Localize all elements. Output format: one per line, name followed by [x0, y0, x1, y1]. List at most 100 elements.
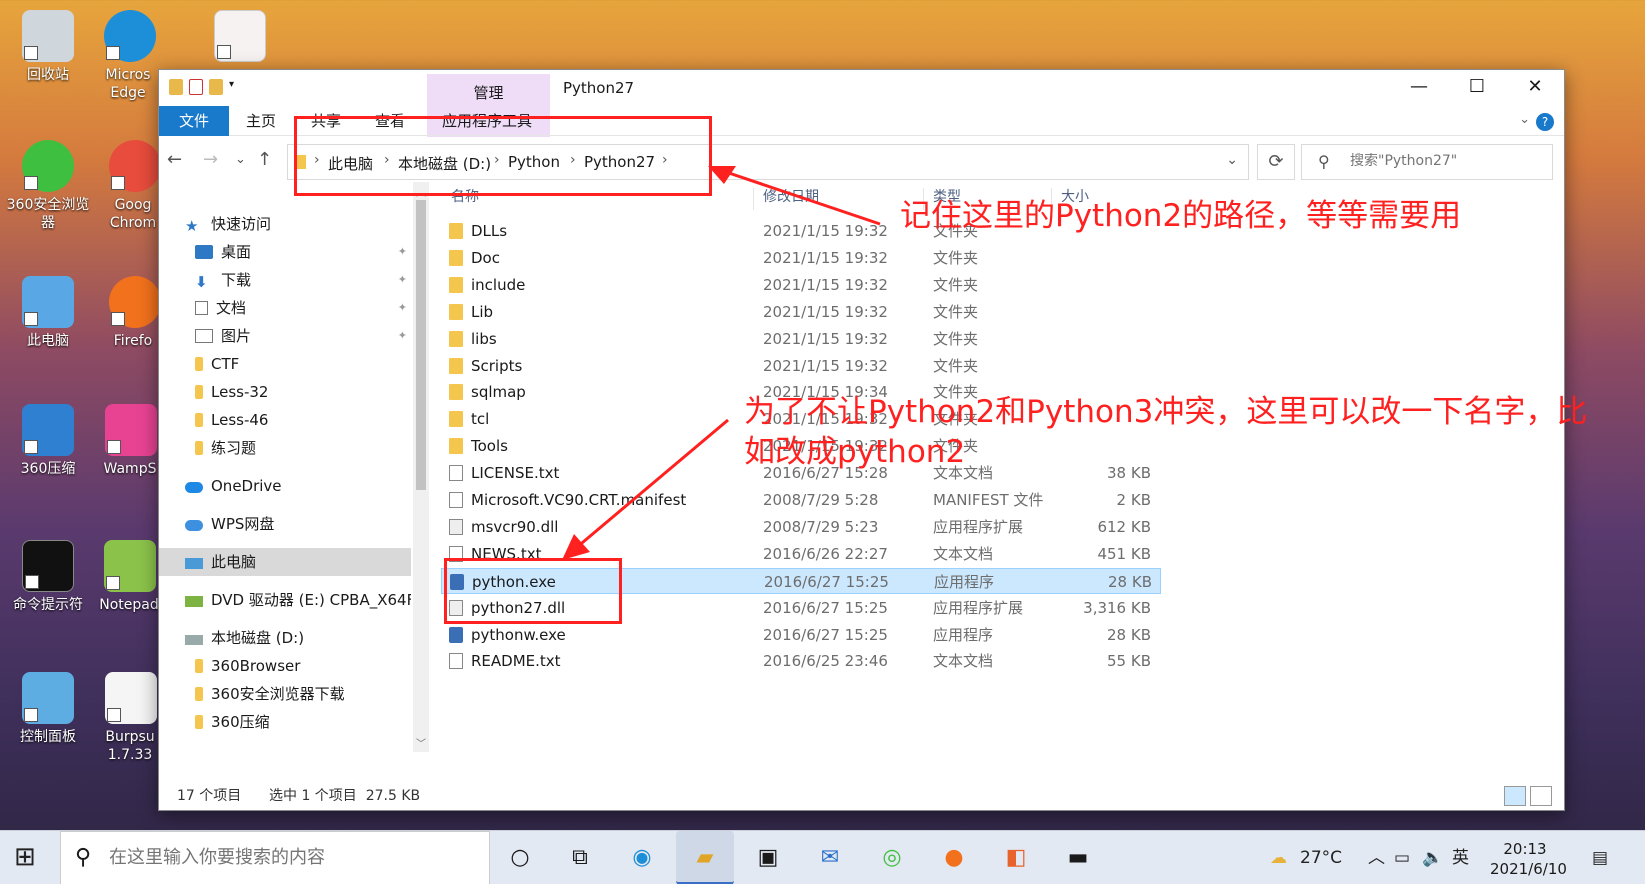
- chevron-down-icon[interactable]: ▾: [229, 79, 239, 95]
- nav-this-pc[interactable]: 此电脑: [159, 548, 411, 576]
- nav-scrollbar[interactable]: ︿ ﹀: [413, 182, 429, 752]
- windows-start-icon[interactable]: ⊞: [14, 844, 42, 872]
- pin-icon[interactable]: ✦: [398, 238, 407, 266]
- desktop-icon-this-pc[interactable]: 此电脑: [4, 276, 92, 350]
- new-folder-icon[interactable]: [209, 79, 223, 95]
- table-row[interactable]: Lib 2021/1/15 19:32 文件夹: [441, 299, 1161, 325]
- chevron-down-icon[interactable]: ⌄: [1226, 152, 1238, 168]
- desktop-icon-pdf[interactable]: [210, 10, 270, 66]
- nav-downloads[interactable]: ⬇ 下载 ✦: [159, 266, 411, 294]
- table-row[interactable]: Scripts 2021/1/15 19:32 文件夹: [441, 353, 1161, 379]
- nav-less-46[interactable]: Less-46: [159, 406, 411, 434]
- notepad-icon: [104, 540, 156, 592]
- show-hidden-icons-chevron-icon[interactable]: ︿: [1368, 831, 1385, 884]
- 360-browser-taskbar-icon[interactable]: ◎: [874, 840, 910, 876]
- back-arrow-icon[interactable]: ←: [167, 149, 182, 170]
- desktop-icon-cmd[interactable]: 命令提示符: [4, 540, 92, 614]
- pin-icon[interactable]: ✦: [398, 266, 407, 294]
- recent-chevron-icon[interactable]: ⌄: [235, 152, 246, 167]
- java-icon: [105, 672, 157, 724]
- star-icon: ★: [185, 217, 199, 235]
- input-method-indicator[interactable]: 英: [1452, 831, 1469, 884]
- table-row[interactable]: Microsoft.VC90.CRT.manifest 2008/7/29 5:2…: [441, 487, 1161, 513]
- table-row[interactable]: msvcr90.dll 2008/7/29 5:23 应用程序扩展 612 KB: [441, 514, 1161, 540]
- nav-local-disk[interactable]: 本地磁盘 (D:): [159, 624, 411, 652]
- nav-pictures[interactable]: 图片 ✦: [159, 322, 411, 350]
- desktop-icon-control-panel[interactable]: 控制面板: [4, 672, 92, 746]
- search-box[interactable]: ⚲: [1301, 144, 1553, 180]
- annotation-box-python-exe: [444, 558, 622, 624]
- file-name: Doc: [471, 248, 500, 267]
- tab-file[interactable]: 文件: [159, 106, 229, 136]
- refresh-button[interactable]: ⟳: [1257, 144, 1295, 180]
- nav-desktop[interactable]: 桌面 ✦: [159, 238, 411, 266]
- table-row[interactable]: pythonw.exe 2016/6/27 15:25 应用程序 28 KB: [441, 622, 1161, 648]
- nav-onedrive[interactable]: OneDrive: [159, 472, 411, 500]
- nav-360-downloads[interactable]: 360安全浏览器下载: [159, 680, 411, 708]
- help-button[interactable]: ?: [1536, 113, 1554, 131]
- nav-less-32[interactable]: Less-32: [159, 378, 411, 406]
- selection-info: 选中 1 个项目 27.5 KB: [269, 788, 421, 804]
- table-row[interactable]: README.txt 2016/6/25 23:46 文本文档 55 KB: [441, 648, 1161, 674]
- recycle-bin-icon: [22, 10, 74, 62]
- burpsuite-taskbar-icon[interactable]: ◧: [998, 840, 1034, 876]
- tab-home[interactable]: 主页: [246, 106, 276, 136]
- notification-icon[interactable]: ▤: [1592, 831, 1608, 884]
- pin-icon[interactable]: ✦: [398, 322, 407, 350]
- file-date: 2021/1/15 19:32: [763, 275, 888, 294]
- nav-360zip[interactable]: 360压缩: [159, 708, 411, 736]
- file-explorer-taskbar-icon[interactable]: ▰: [676, 831, 734, 884]
- title-bar[interactable]: ▾ Python27 — ☐ ✕: [159, 70, 1564, 106]
- scroll-down-icon[interactable]: ﹀: [413, 735, 429, 750]
- table-row[interactable]: include 2021/1/15 19:32 文件夹: [441, 272, 1161, 298]
- close-button[interactable]: ✕: [1506, 70, 1564, 106]
- forward-arrow-icon[interactable]: →: [203, 149, 218, 170]
- nav-dvd-drive[interactable]: DVD 驱动器 (E:) CPBA_X64FRE: [159, 586, 411, 614]
- table-row[interactable]: Doc 2021/1/15 19:32 文件夹: [441, 245, 1161, 271]
- network-icon[interactable]: ▭: [1394, 831, 1410, 884]
- edge-taskbar-icon[interactable]: ◉: [624, 840, 660, 876]
- file-list[interactable]: 名称 修改日期 类型 大小 DLLs 2021/1/15 19:32 文件夹 Doc 2…: [441, 182, 1551, 772]
- column-header-date[interactable]: 修改日期: [763, 182, 819, 212]
- nav-wps[interactable]: WPS网盘: [159, 510, 411, 538]
- desktop-icon-edge[interactable]: Micros Edge: [98, 10, 162, 102]
- weather-icon[interactable]: ☁: [1270, 831, 1287, 884]
- volume-icon[interactable]: 🔈: [1422, 831, 1443, 884]
- navigation-pane[interactable]: ★ 快速访问 桌面 ✦ ⬇ 下载 ✦ 文档 ✦ 图片 ✦ CTF Less-32 Less-…: [159, 182, 427, 782]
- cortana-icon[interactable]: ○: [502, 840, 538, 876]
- clock[interactable]: 20:13 2021/6/10: [1490, 839, 1567, 879]
- scrollbar-thumb[interactable]: [416, 200, 426, 490]
- desktop-icon-firefox[interactable]: Firefo: [108, 276, 162, 350]
- properties-check-icon[interactable]: [189, 79, 203, 95]
- terminal-taskbar-icon[interactable]: ▬: [1060, 840, 1096, 876]
- nav-360browser[interactable]: 360Browser: [159, 652, 411, 680]
- desktop-icon-360zip[interactable]: 360压缩: [4, 404, 92, 478]
- nav-exercises[interactable]: 练习题: [159, 434, 411, 462]
- maximize-button[interactable]: ☐: [1448, 70, 1506, 106]
- desktop-icon-notepad[interactable]: Notepad: [98, 540, 162, 614]
- store-icon[interactable]: ▣: [750, 840, 786, 876]
- table-row[interactable]: libs 2021/1/15 19:32 文件夹: [441, 326, 1161, 352]
- expand-ribbon-icon[interactable]: ⌄: [1519, 112, 1530, 127]
- desktop-icon-recycle-bin[interactable]: 回收站: [4, 10, 92, 84]
- desktop-icon-wamp[interactable]: WampS: [100, 404, 162, 478]
- minimize-button[interactable]: —: [1390, 70, 1448, 106]
- weather-temperature[interactable]: 27°C: [1300, 831, 1342, 884]
- desktop-icon-360browser[interactable]: 360安全浏览器: [4, 140, 92, 232]
- nav-quick-access[interactable]: ★ 快速访问: [159, 210, 411, 238]
- mail-icon[interactable]: ✉: [812, 840, 848, 876]
- desktop-icon-burpsuite[interactable]: Burpsu 1.7.33: [100, 672, 162, 764]
- search-input[interactable]: [1350, 153, 1545, 169]
- task-view-icon[interactable]: ⧉: [562, 840, 598, 876]
- taskbar-search[interactable]: ⚲: [60, 831, 490, 884]
- firefox-taskbar-icon[interactable]: ●: [936, 840, 972, 876]
- desktop-icon-chrome[interactable]: Goog Chrom: [108, 140, 162, 232]
- nav-documents[interactable]: 文档 ✦: [159, 294, 411, 322]
- up-arrow-icon[interactable]: ↑: [257, 149, 272, 170]
- nav-ctf[interactable]: CTF: [159, 350, 411, 378]
- file-name: msvcr90.dll: [471, 517, 559, 536]
- large-icons-view-button[interactable]: [1530, 786, 1552, 806]
- taskbar-search-input[interactable]: [109, 847, 479, 868]
- details-view-button[interactable]: [1504, 786, 1526, 806]
- pin-icon[interactable]: ✦: [398, 294, 407, 322]
